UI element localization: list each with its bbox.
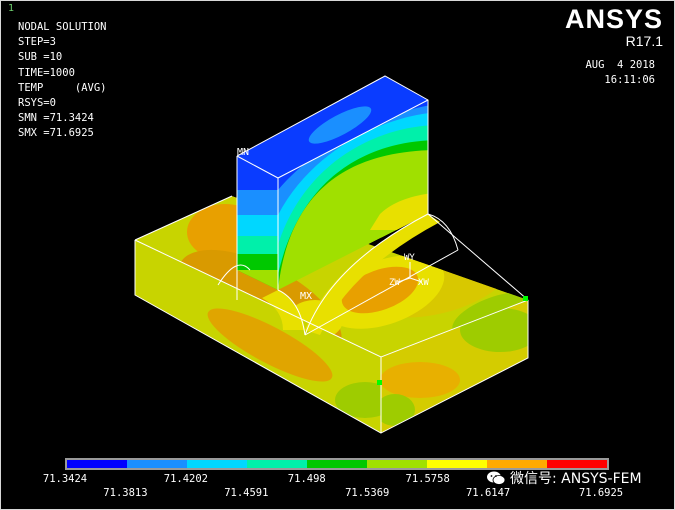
legend-tick-bottom: 71.4591 <box>224 487 269 499</box>
legend-tick-top: 71.3424 <box>42 473 88 485</box>
legend-swatch <box>487 460 547 468</box>
legend-swatch <box>547 460 607 468</box>
legend-swatch <box>67 460 127 468</box>
legend-tick-top: 71.5758 <box>405 473 450 485</box>
legend-tick-bottom: 71.3813 <box>103 487 148 499</box>
legend-tick-bottom: 71.6147 <box>465 487 511 499</box>
legend-tick-top: 71.4202 <box>163 473 209 485</box>
legend-tick-bottom: 71.5369 <box>345 487 390 499</box>
legend-swatch <box>307 460 367 468</box>
wechat-icon <box>487 471 506 485</box>
watermark: 微信号: ANSYS-FEM <box>486 468 642 488</box>
triad-y-label: WY <box>404 253 415 263</box>
fem-model-view[interactable]: MN MX WY ZW XW <box>0 0 675 510</box>
mn-label: MN <box>237 147 249 158</box>
watermark-text: 微信号: ANSYS-FEM <box>510 471 642 487</box>
legend-swatch <box>247 460 307 468</box>
legend-tick-top: 71.498 <box>287 473 326 485</box>
triad-x-label: XW <box>418 278 429 288</box>
legend-tick-bottom: 71.6925 <box>578 487 624 499</box>
legend-swatch <box>127 460 187 468</box>
mx-label: MX <box>300 291 312 302</box>
legend-swatch <box>187 460 247 468</box>
legend-swatch <box>367 460 427 468</box>
triad-z-label: ZW <box>389 278 400 288</box>
legend-swatch <box>427 460 487 468</box>
